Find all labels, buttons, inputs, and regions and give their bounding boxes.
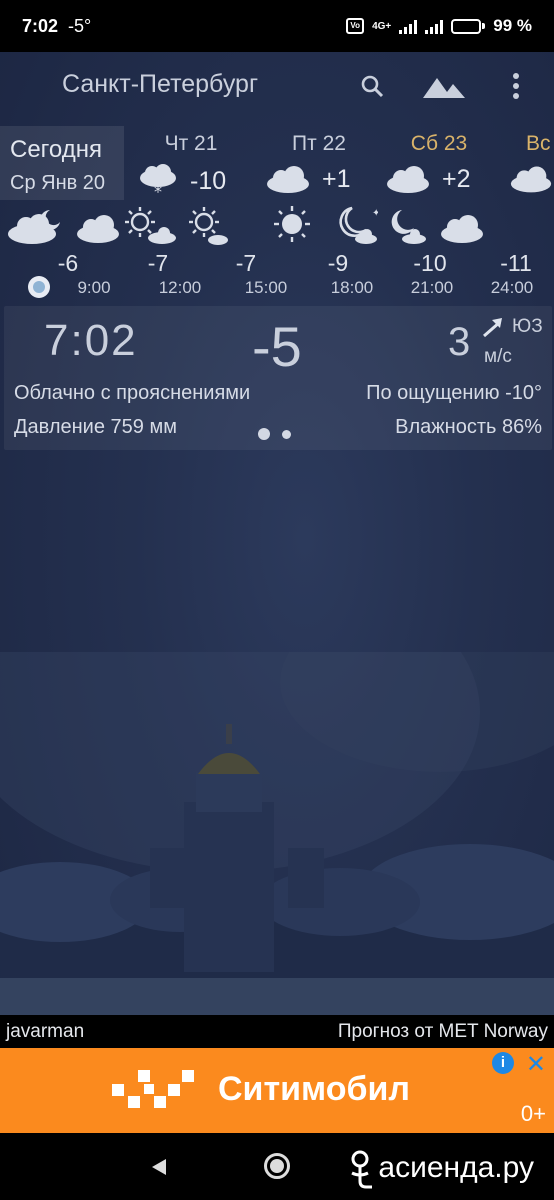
cloud-icon [387, 166, 429, 193]
hour-temp: -7 [147, 250, 169, 276]
wind-direction-arrow-icon [483, 318, 502, 338]
watermark-logo-icon [351, 1150, 373, 1189]
cloud-snow-icon: * [140, 164, 176, 198]
wind-speed: 3 [448, 320, 471, 364]
cloud-moon-icon [8, 210, 60, 244]
today-label: Сегодня [10, 136, 102, 163]
cloud-icon [77, 215, 119, 243]
svg-text:*: * [154, 182, 162, 198]
watermark: асиенда.ру [348, 1147, 534, 1189]
day-temp: +2 [442, 164, 471, 193]
ad-banner[interactable]: Ситимобил i ✕ 0+ [0, 1048, 554, 1133]
today-date: Ср Янв 20 [10, 172, 106, 194]
volte-icon: Vo [346, 18, 365, 34]
feels-like: По ощущению -10° [366, 382, 542, 404]
back-icon[interactable] [150, 1157, 168, 1177]
sun-cloud-icon [189, 207, 228, 245]
weather-description: Облачно с прояснениями [14, 382, 251, 404]
day-temp: +1 [322, 164, 351, 193]
day-name: Чт 21 [164, 132, 218, 155]
hour-time: 9:00 [77, 278, 111, 297]
current-conditions-panel[interactable]: 7:02 -5 3 ЮЗ м/с Облачно с прояснениями … [4, 306, 552, 450]
day-item[interactable]: Чт 21 * -10 [136, 126, 246, 200]
more-vert-icon[interactable] [498, 68, 534, 104]
network-type: 4G+ [372, 20, 392, 32]
home-icon[interactable] [264, 1153, 290, 1179]
cloud-icon [510, 166, 552, 193]
wind-unit: м/с [484, 346, 512, 367]
page-indicator [258, 428, 291, 440]
app-header: Санкт-Петербург [0, 52, 554, 120]
page-dot [282, 429, 291, 439]
current-time-indicator [28, 276, 50, 298]
hour-temp: -6 [57, 250, 79, 276]
weather-app: Санкт-Петербург Сегодня Ср Янв 20 Чт 21 … [0, 52, 554, 1133]
battery-icon [451, 18, 486, 34]
page-dot-active [258, 428, 270, 440]
day-item[interactable]: Вс [508, 126, 554, 200]
status-icons: Vo 4G+ 99 % [346, 16, 532, 36]
hour-time: 21:00 [410, 278, 454, 297]
sun-cloud-icon [125, 207, 176, 244]
wind-direction: ЮЗ [512, 316, 543, 337]
status-bar: 7:02 -5° Vo 4G+ 99 % [0, 0, 554, 52]
cloud-icon [441, 215, 483, 243]
day-name: Пт 22 [292, 132, 346, 155]
status-time: 7:02 [22, 15, 59, 36]
svg-text:✦: ✦ [372, 208, 378, 219]
moon-cloud-icon: ✦ [339, 206, 378, 244]
status-temperature: -5° [68, 15, 92, 36]
day-item[interactable]: Пт 22 +1 [264, 126, 374, 200]
hour-temp: -11 [500, 250, 532, 276]
day-item[interactable]: Сб 23 +2 [384, 126, 494, 200]
ad-info-icon[interactable]: i [492, 1052, 514, 1074]
system-navigation-bar: асиенда.ру [0, 1133, 554, 1200]
signal-icon [399, 18, 418, 34]
city-name[interactable]: Санкт-Петербург [62, 70, 258, 99]
citymobil-logo-icon [112, 1070, 194, 1108]
moon-cloud-icon [391, 210, 426, 244]
ad-age-rating: 0+ [520, 1101, 546, 1126]
forecast-source[interactable]: Прогноз от MET Norway [338, 1021, 548, 1043]
user-name[interactable]: javarman [6, 1021, 84, 1043]
current-time: 7:02 [44, 316, 138, 365]
landscape-icon[interactable] [422, 68, 466, 104]
humidity: Влажность 86% [395, 416, 542, 438]
hour-time: 12:00 [158, 278, 202, 297]
ad-close-icon[interactable]: ✕ [526, 1050, 546, 1079]
hour-time: 18:00 [330, 278, 374, 297]
battery-percent: 99 % [493, 16, 532, 35]
hour-time: 24:00 [490, 278, 534, 297]
watermark-text: асиенда.ру [378, 1151, 534, 1184]
background-cathedral-image [0, 652, 554, 1026]
attribution-bar: javarman Прогноз от MET Norway [0, 1015, 554, 1048]
hour-temp: -10 [413, 250, 447, 276]
hour-time: 15:00 [244, 278, 288, 297]
hour-temp: -9 [327, 250, 349, 276]
hour-temp: -7 [235, 250, 257, 276]
current-temperature: -5 [252, 315, 302, 378]
search-icon[interactable] [354, 68, 390, 104]
ad-brand: Ситимобил [218, 1070, 410, 1108]
sun-icon [274, 206, 310, 242]
hourly-forecast: ✦ -6 9:00 -7 12:00 -7 15:00 -9 18:00 -10… [0, 206, 554, 302]
day-today[interactable]: Сегодня Ср Янв 20 [0, 126, 124, 200]
cloud-icon [267, 166, 309, 193]
signal-icon-2 [425, 18, 444, 34]
day-name: Вс [526, 132, 551, 155]
day-name: Сб 23 [410, 132, 468, 155]
pressure: Давление 759 мм [14, 416, 177, 438]
day-temp: -10 [190, 166, 227, 195]
